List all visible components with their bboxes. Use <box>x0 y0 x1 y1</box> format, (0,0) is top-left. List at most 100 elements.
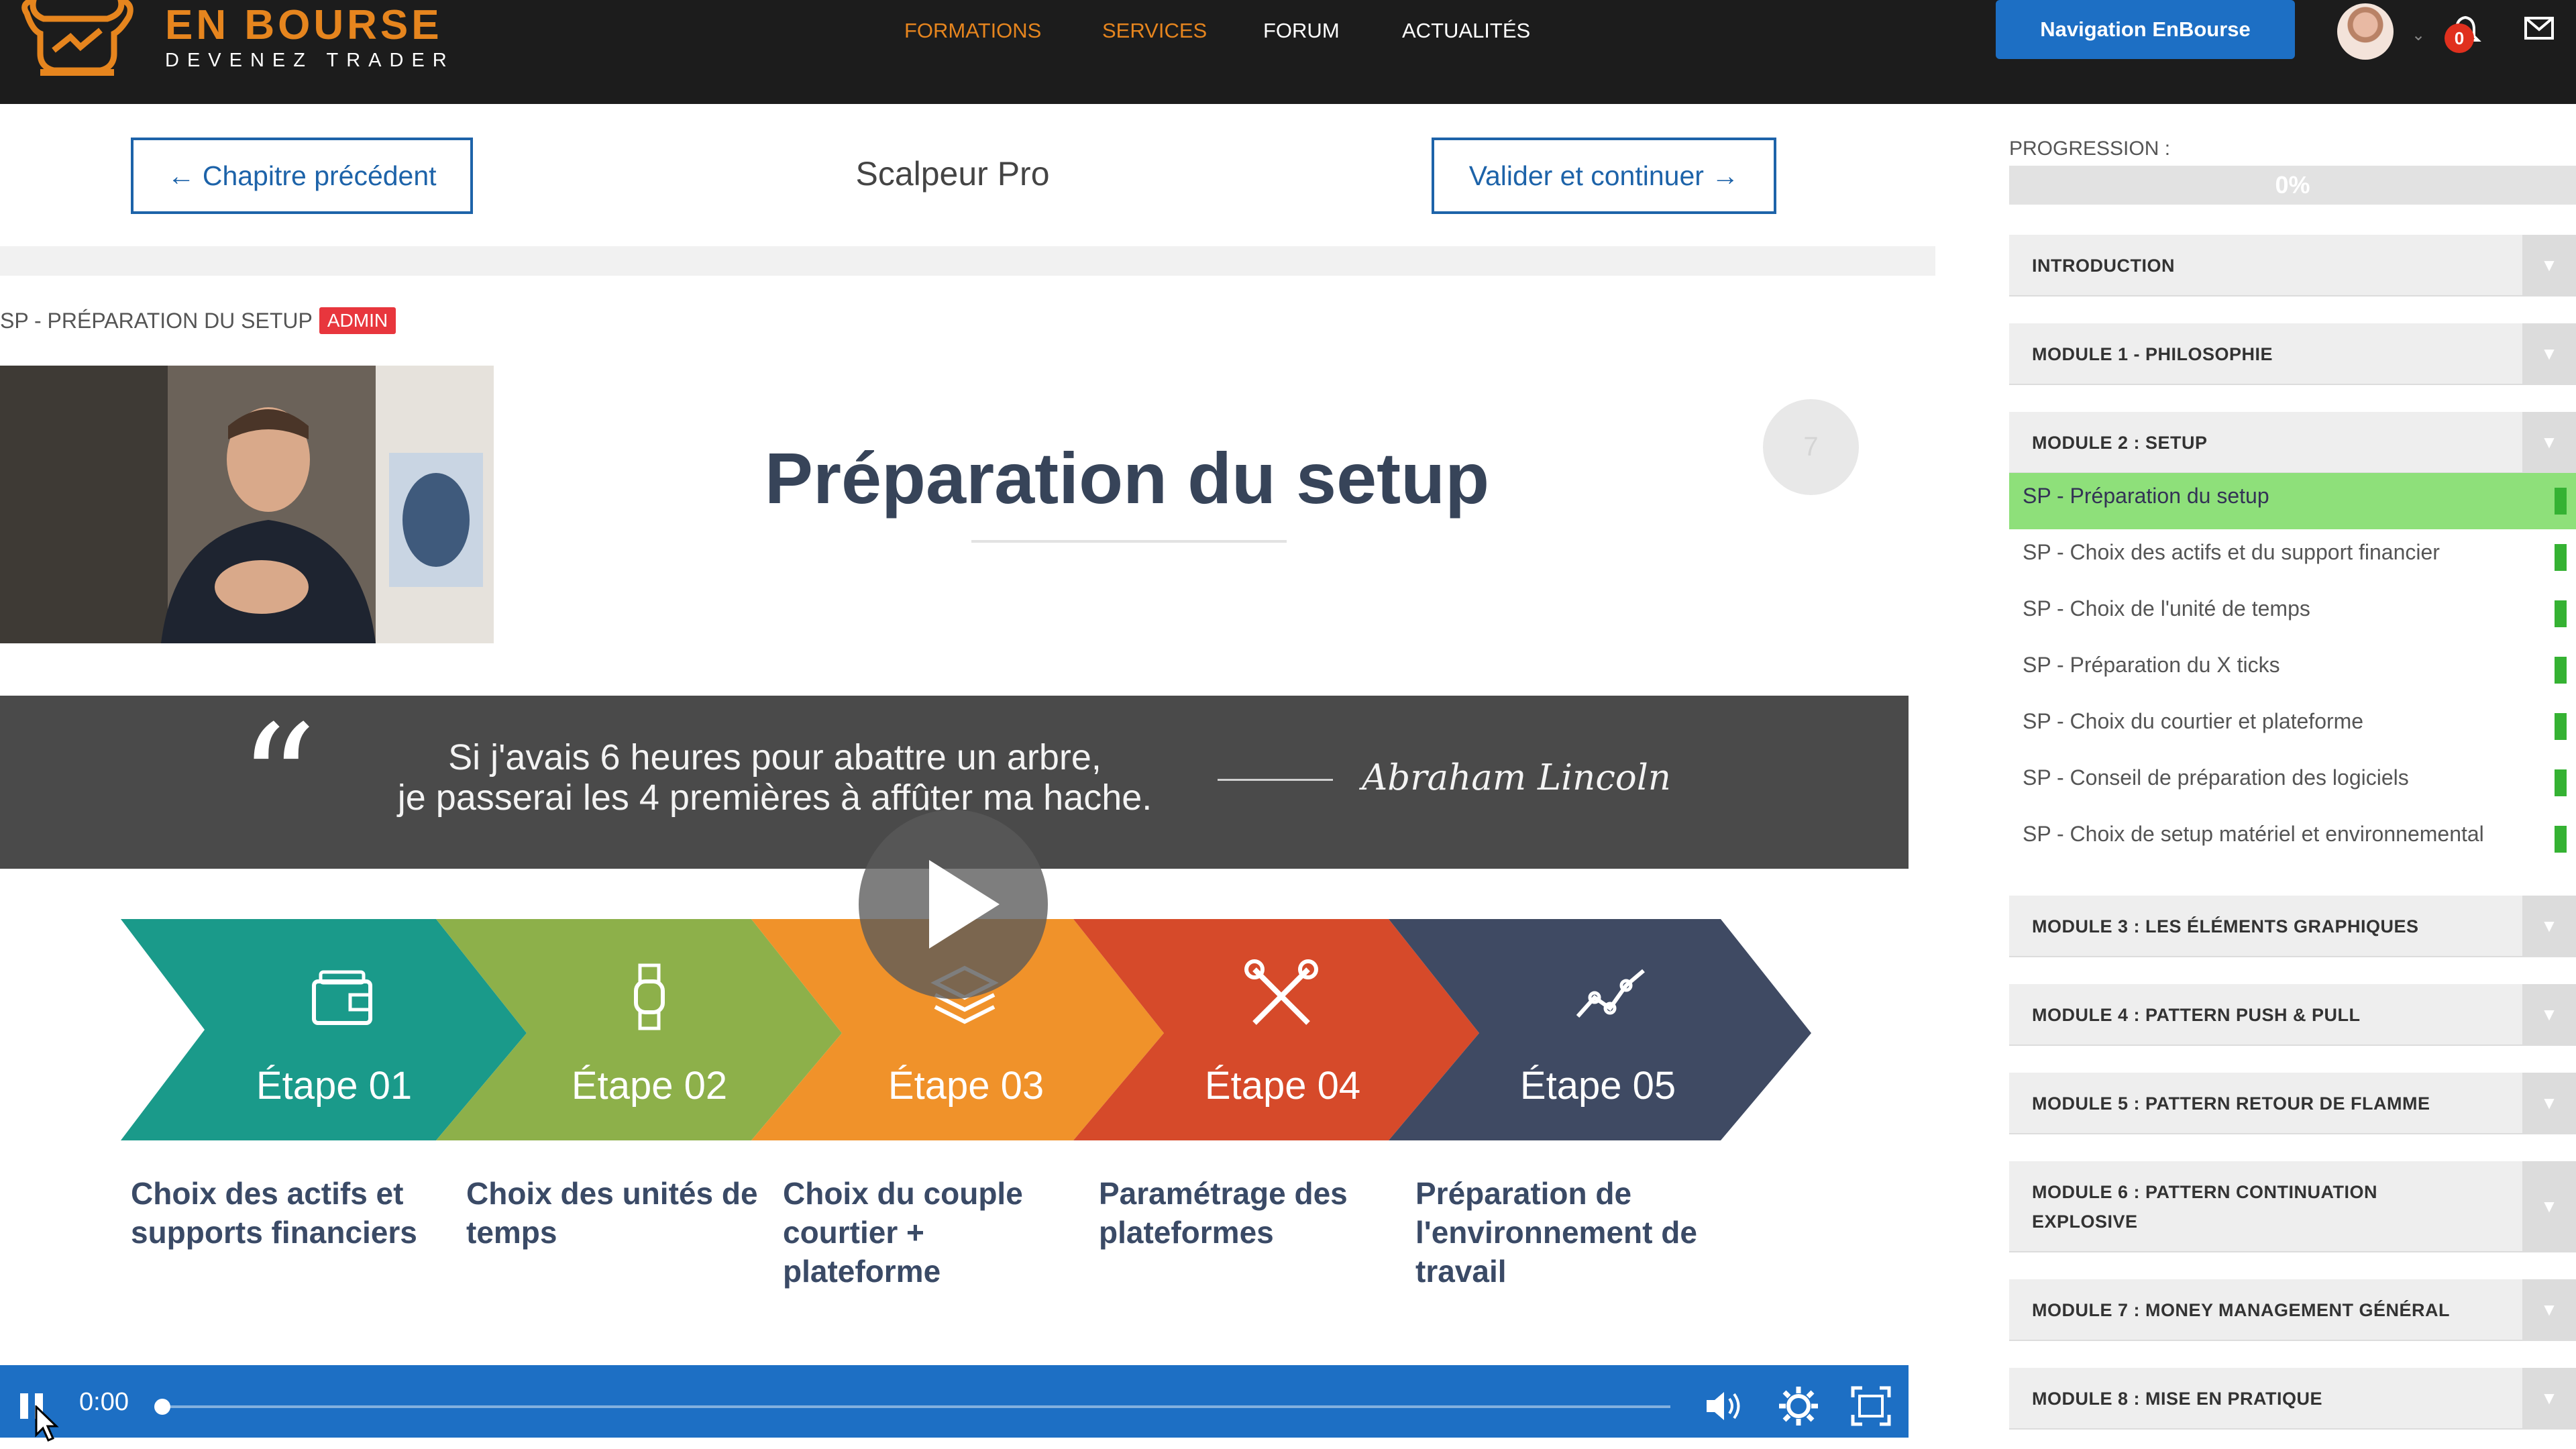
course-sidebar: PROGRESSION : 0% INTRODUCTION ▼ MODULE 1… <box>1982 104 2576 1449</box>
step-5-label: Étape 05 <box>1519 1064 1676 1108</box>
module-8[interactable]: MODULE 8 : MISE EN PRATIQUE ▼ <box>2009 1368 2576 1430</box>
module-6[interactable]: MODULE 6 : PATTERN CONTINUATION EXPLOSIV… <box>2009 1161 2576 1252</box>
lesson-status-flag <box>2555 657 2567 684</box>
brand-name: EN BOURSE <box>165 2 443 48</box>
video-player[interactable]: Préparation du setup 7 “ Si j'avais 6 he… <box>0 366 1909 1439</box>
progress-bar: 0% <box>2009 166 2576 205</box>
lesson-label: SP - Choix des actifs et du support fina… <box>2023 540 2440 564</box>
volume-icon[interactable] <box>1701 1384 1746 1428</box>
lesson-item[interactable]: SP - Préparation du X ticks <box>2009 642 2576 698</box>
course-title: Scalpeur Pro <box>855 155 1050 193</box>
lesson-item[interactable]: SP - Choix de setup matériel et environn… <box>2009 811 2576 867</box>
module-title: MODULE 8 : MISE EN PRATIQUE <box>2032 1389 2323 1409</box>
play-button[interactable] <box>859 810 1048 999</box>
module-2[interactable]: MODULE 2 : SETUP ▼ <box>2009 412 2576 474</box>
lesson-label: SP - Conseil de préparation des logiciel… <box>2023 765 2409 790</box>
chevron-down-icon[interactable]: ▼ <box>2522 323 2576 384</box>
lesson-item-active[interactable]: SP - Préparation du setup <box>2009 473 2576 529</box>
lesson-status-flag <box>2555 769 2567 796</box>
step-3-description: Choix du couple courtier + plateforme <box>783 1176 1023 1289</box>
step-4-label: Étape 04 <box>1204 1064 1361 1108</box>
lesson-item[interactable]: SP - Conseil de préparation des logiciel… <box>2009 755 2576 811</box>
lesson-label: SP - Choix de setup matériel et environn… <box>2023 822 2484 846</box>
brand-tagline: DEVENEZ TRADER <box>165 50 455 71</box>
video-progress-handle[interactable] <box>154 1399 170 1415</box>
slide-title: Préparation du setup <box>764 437 1490 519</box>
module-introduction[interactable]: INTRODUCTION ▼ <box>2009 235 2576 297</box>
lesson-status-flag <box>2555 713 2567 740</box>
module-title: INTRODUCTION <box>2032 256 2175 276</box>
previous-chapter-button[interactable]: ← Chapitre précédent <box>131 138 473 214</box>
fullscreen-icon[interactable] <box>1849 1384 1893 1428</box>
gear-icon[interactable] <box>1776 1384 1821 1428</box>
lesson-breadcrumb: SP - PRÉPARATION DU SETUP ADMIN <box>0 306 396 335</box>
current-time: 0:00 <box>79 1388 129 1416</box>
chevron-down-icon[interactable]: ▼ <box>2522 1161 2576 1251</box>
video-progress-track[interactable] <box>161 1405 1670 1408</box>
lesson-item[interactable]: SP - Choix de l'unité de temps <box>2009 586 2576 642</box>
chevron-down-icon[interactable]: ▼ <box>2522 1073 2576 1133</box>
step-4-description: Paramétrage des plateformes <box>1099 1176 1348 1250</box>
lesson-tag-label: SP - PRÉPARATION DU SETUP <box>0 308 313 333</box>
lesson-status-flag <box>2555 826 2567 853</box>
module-5[interactable]: MODULE 5 : PATTERN RETOUR DE FLAMME ▼ <box>2009 1073 2576 1134</box>
step-5-description: Préparation de l'environnement de travai… <box>1415 1176 1697 1289</box>
mail-icon[interactable] <box>2524 16 2555 40</box>
module-1[interactable]: MODULE 1 - PHILOSOPHIE ▼ <box>2009 323 2576 385</box>
quote-text: Si j'avais 6 heures pour abattre un arbr… <box>362 737 1187 818</box>
lesson-label: SP - Choix du courtier et plateforme <box>2023 709 2364 733</box>
module-7[interactable]: MODULE 7 : MONEY MANAGEMENT GÉNÉRAL ▼ <box>2009 1279 2576 1341</box>
video-controls: 0:00 <box>0 1365 1909 1438</box>
chevron-down-icon[interactable]: ▼ <box>2522 1368 2576 1428</box>
nav-actualites[interactable]: ACTUALITÉS <box>1402 19 1530 43</box>
module-title: MODULE 7 : MONEY MANAGEMENT GÉNÉRAL <box>2032 1300 2451 1320</box>
quote-line-1: Si j'avais 6 heures pour abattre un arbr… <box>448 737 1102 777</box>
lesson-status-flag <box>2555 600 2567 627</box>
lesson-label: SP - Choix de l'unité de temps <box>2023 596 2310 621</box>
module-title: MODULE 6 : PATTERN CONTINUATION <box>2032 1182 2377 1202</box>
bull-logo-icon <box>21 0 133 76</box>
nav-services[interactable]: SERVICES <box>1102 19 1207 43</box>
divider <box>971 540 1287 543</box>
top-navbar: EN BOURSE DEVENEZ TRADER FORMATIONS SERV… <box>0 0 2576 104</box>
module-4[interactable]: MODULE 4 : PATTERN PUSH & PULL ▼ <box>2009 984 2576 1046</box>
validate-continue-button[interactable]: Valider et continuer → <box>1432 138 1776 214</box>
presenter-image <box>0 366 494 643</box>
divider <box>0 246 1935 276</box>
lesson-item[interactable]: SP - Choix du courtier et plateforme <box>2009 698 2576 755</box>
module-title: MODULE 5 : PATTERN RETOUR DE FLAMME <box>2032 1093 2430 1114</box>
tools-icon <box>1244 959 1318 1025</box>
chevron-down-icon[interactable]: ▼ <box>2522 412 2576 472</box>
notification-badge: 0 <box>2445 23 2474 53</box>
watch-icon <box>634 963 665 1030</box>
lesson-item[interactable]: SP - Choix des actifs et du support fina… <box>2009 529 2576 586</box>
chevron-down-icon[interactable]: ▼ <box>2522 896 2576 956</box>
module-title: MODULE 1 - PHILOSOPHIE <box>2032 344 2273 364</box>
quote-author: Abraham Lincoln <box>1362 757 1671 798</box>
lesson-status-flag <box>2555 544 2567 571</box>
slide-number: 7 <box>1763 399 1859 495</box>
lesson-label: SP - Préparation du setup <box>2023 484 2269 508</box>
chevron-down-icon[interactable]: ▼ <box>2522 235 2576 295</box>
presenter-webcam <box>0 366 494 643</box>
lesson-status-flag <box>2555 488 2567 515</box>
nav-formations[interactable]: FORMATIONS <box>904 19 1041 43</box>
chart-line-icon <box>1576 969 1645 1018</box>
progress-label: PROGRESSION : <box>2009 138 2171 160</box>
chevron-down-icon[interactable]: ▼ <box>2522 1279 2576 1340</box>
module-title-line-2: EXPLOSIVE <box>2032 1212 2138 1232</box>
step-1-label: Étape 01 <box>256 1064 413 1108</box>
module-title: MODULE 2 : SETUP <box>2032 433 2208 453</box>
chapter-navigation: ← Chapitre précédent Scalpeur Pro Valide… <box>0 104 1935 276</box>
module-3[interactable]: MODULE 3 : LES ÉLÉMENTS GRAPHIQUES ▼ <box>2009 896 2576 957</box>
site-logo[interactable]: EN BOURSE DEVENEZ TRADER <box>13 0 455 77</box>
navigation-enbourse-button[interactable]: Navigation EnBourse <box>1996 0 2295 59</box>
lesson-label: SP - Préparation du X ticks <box>2023 653 2280 677</box>
avatar[interactable] <box>2337 3 2394 60</box>
quote-icon: “ <box>238 693 317 872</box>
chevron-down-icon[interactable]: ⌄ <box>2412 25 2425 45</box>
chevron-down-icon[interactable]: ▼ <box>2522 984 2576 1044</box>
nav-forum[interactable]: FORUM <box>1263 19 1340 43</box>
progress-value: 0% <box>2275 171 2310 199</box>
play-icon <box>929 860 1000 949</box>
